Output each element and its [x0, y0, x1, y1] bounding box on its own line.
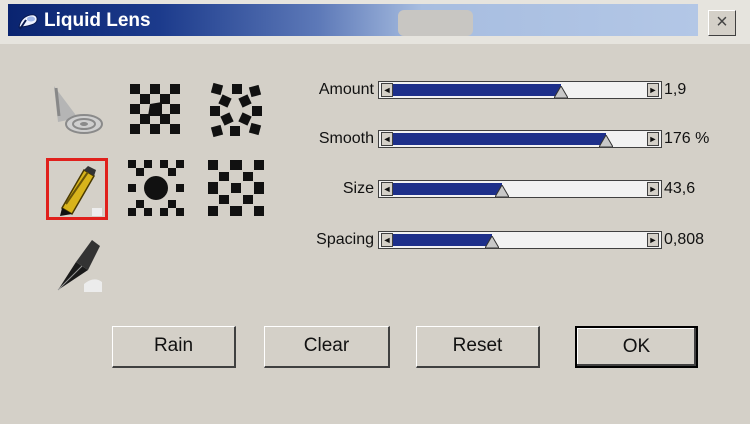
- size-increase-arrow[interactable]: ►: [647, 182, 659, 196]
- spacing-slider[interactable]: ◄ ►: [378, 231, 662, 249]
- amount-slider[interactable]: ◄ ►: [378, 81, 662, 99]
- spacing-slider-thumb[interactable]: [485, 236, 499, 248]
- amount-increase-arrow[interactable]: ►: [647, 83, 659, 97]
- smooth-increase-arrow[interactable]: ►: [647, 132, 659, 146]
- spacing-value: 0,808: [664, 231, 705, 248]
- amount-slider-fill: [393, 84, 561, 96]
- size-slider-thumb[interactable]: [495, 185, 509, 197]
- smooth-value: 176 %: [664, 130, 710, 147]
- pencil-icon: [48, 160, 106, 218]
- smooth-slider-thumb[interactable]: [599, 135, 613, 147]
- size-slider[interactable]: ◄ ►: [378, 180, 662, 198]
- pattern-pinwheel[interactable]: [126, 80, 186, 140]
- reset-button[interactable]: Reset: [416, 326, 540, 368]
- checker-pinwheel-icon: [126, 80, 186, 140]
- smooth-slider[interactable]: ◄ ►: [378, 130, 662, 148]
- liquid-lens-icon: [16, 9, 40, 33]
- window-title: Liquid Lens: [44, 10, 151, 31]
- smooth-slider-fill: [393, 133, 606, 145]
- clear-button[interactable]: Clear: [264, 326, 390, 368]
- amount-label: Amount: [318, 81, 374, 98]
- smooth-decrease-arrow[interactable]: ◄: [381, 132, 393, 146]
- pen-tool[interactable]: [48, 236, 106, 294]
- amount-decrease-arrow[interactable]: ◄: [381, 83, 393, 97]
- amount-slider-thumb[interactable]: [554, 86, 568, 98]
- spacing-decrease-arrow[interactable]: ◄: [381, 233, 393, 247]
- title-bar: Liquid Lens ×: [0, 0, 750, 44]
- spacing-label: Spacing: [316, 231, 374, 248]
- checker-bulge-icon: [126, 158, 186, 218]
- pattern-bulge[interactable]: [126, 158, 186, 218]
- pencil-tool[interactable]: [46, 158, 108, 220]
- size-label: Size: [342, 180, 374, 197]
- ok-button[interactable]: OK: [575, 326, 698, 368]
- amount-value: 1,9: [664, 81, 687, 98]
- close-button[interactable]: ×: [708, 10, 736, 36]
- water-swirl-icon: [48, 82, 106, 140]
- size-decrease-arrow[interactable]: ◄: [381, 182, 393, 196]
- pen-nib-icon: [48, 236, 106, 294]
- size-slider-fill: [393, 183, 502, 195]
- title-smudge: [398, 10, 473, 36]
- spacing-increase-arrow[interactable]: ►: [647, 233, 659, 247]
- size-value: 43,6: [664, 180, 696, 197]
- swirl-tool[interactable]: [48, 82, 106, 140]
- rain-button[interactable]: Rain: [112, 326, 236, 368]
- smooth-label: Smooth: [318, 130, 374, 147]
- close-icon: ×: [716, 11, 728, 33]
- spacing-slider-fill: [393, 234, 492, 246]
